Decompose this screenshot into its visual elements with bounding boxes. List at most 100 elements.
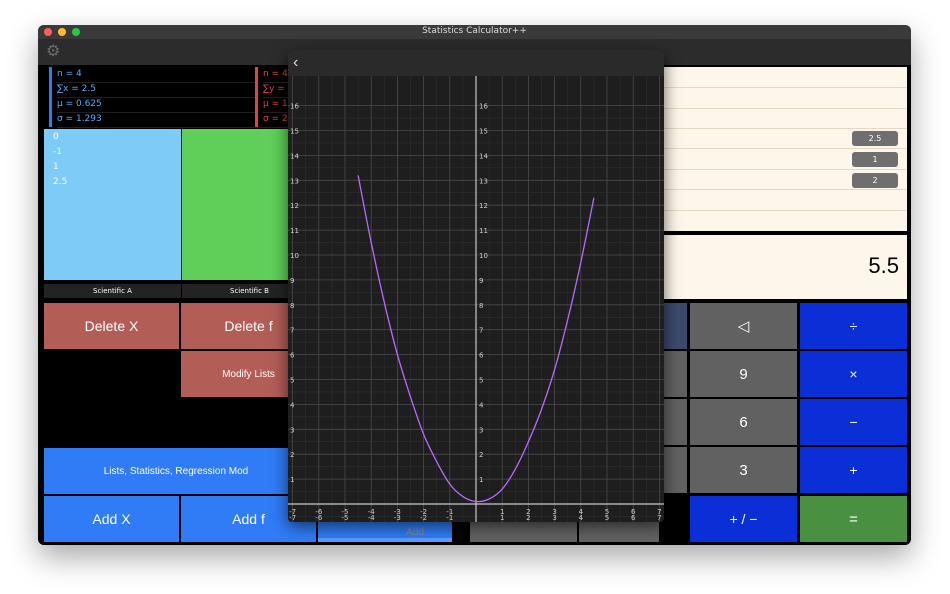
list-x[interactable]: 0 -1 1 2.5	[44, 129, 181, 280]
y-tick-label: 4	[290, 401, 295, 409]
list-item[interactable]: 2.5	[53, 177, 67, 187]
y-tick-labels: -1-1112233445566778899101011111212131314…	[290, 103, 488, 485]
y-tick-label: 10	[290, 252, 299, 260]
y-tick-label: 9	[290, 277, 294, 285]
chevron-left-icon[interactable]: ‹	[293, 53, 298, 73]
result-display: 5.5	[663, 235, 907, 299]
table-value-chip[interactable]: 2	[852, 173, 898, 188]
table-divider	[663, 148, 907, 149]
add-button-partial-label: Add	[406, 526, 424, 538]
equals-button[interactable]: =	[800, 496, 907, 542]
minus-button[interactable]: −	[800, 399, 907, 445]
y-tick-label: 14	[290, 152, 299, 160]
hidden-gray-button-3[interactable]	[663, 351, 687, 397]
stats-x-n: n = 4	[57, 67, 277, 83]
y-tick-label: 6	[290, 352, 295, 360]
x-tick-label: -7	[289, 514, 296, 522]
y-tick-label: 13	[479, 177, 488, 185]
y-tick-label: 2	[479, 451, 483, 459]
y-tick-label: 1	[290, 476, 294, 484]
list-item[interactable]: 0	[53, 132, 59, 142]
table-divider	[663, 108, 907, 109]
y-tick-label: 9	[479, 277, 483, 285]
stats-x-sum: ∑x = 2.5	[57, 82, 277, 98]
window-title: Statistics Calculator++	[422, 26, 527, 36]
gear-icon[interactable]: ⚙	[46, 42, 60, 62]
x-tick-label: 7	[657, 514, 661, 522]
plus-minus-button[interactable]: + / −	[690, 496, 797, 542]
x-tick-label: 1	[500, 514, 504, 522]
y-tick-label: 2	[290, 451, 294, 459]
y-tick-label: 15	[290, 128, 299, 136]
y-tick-label: 3	[479, 426, 483, 434]
table-divider	[663, 169, 907, 170]
y-tick-label: 7	[290, 327, 294, 335]
table-divider	[663, 128, 907, 129]
values-table: 2.5 1 2	[663, 67, 907, 231]
y-tick-label: 10	[479, 252, 488, 260]
list-f[interactable]	[182, 129, 292, 280]
y-tick-label: 16	[290, 103, 299, 111]
hidden-gray-button-4[interactable]	[663, 399, 687, 445]
y-tick-label: 5	[290, 377, 294, 385]
x-tick-label: -2	[420, 514, 427, 522]
grid	[288, 76, 664, 522]
title-bar: Statistics Calculator++	[38, 25, 911, 39]
x-tick-label: 6	[631, 514, 636, 522]
six-button[interactable]: 6	[690, 399, 797, 445]
table-value-chip[interactable]: 2.5	[852, 131, 898, 146]
x-tick-label: -5	[342, 514, 349, 522]
backspace-button[interactable]: ◁	[690, 303, 797, 349]
y-tick-label: 14	[479, 152, 488, 160]
y-tick-label: 15	[479, 128, 488, 136]
x-tick-label: 4	[579, 514, 584, 522]
table-divider	[663, 87, 907, 88]
add-x-button[interactable]: Add X	[44, 496, 179, 542]
lists-mode-button[interactable]: Lists, Statistics, Regression Mod	[44, 448, 308, 494]
stats-x-mean: μ = 0.625	[57, 97, 277, 113]
hidden-button-6[interactable]	[663, 303, 687, 349]
hidden-gray-button-5[interactable]	[663, 447, 687, 493]
graph-plot[interactable]: -1-1112233445566778899101011111212131314…	[288, 76, 664, 522]
stats-f-accent	[255, 67, 258, 127]
y-tick-label: 12	[290, 202, 299, 210]
list-item[interactable]: -1	[53, 147, 62, 157]
x-tick-label: -3	[394, 514, 401, 522]
x-tick-label: -4	[368, 514, 376, 522]
y-tick-label: 11	[290, 227, 299, 235]
y-tick-label: 8	[479, 302, 483, 310]
y-tick-label: 4	[479, 401, 484, 409]
y-tick-label: 7	[479, 327, 483, 335]
x-tick-label: 5	[605, 514, 609, 522]
tab-scientific-a[interactable]: Scientific A	[44, 284, 181, 298]
divide-button[interactable]: ÷	[800, 303, 907, 349]
delete-x-button[interactable]: Delete X	[44, 303, 179, 349]
plus-button[interactable]: +	[800, 447, 907, 493]
x-tick-label: 3	[552, 514, 556, 522]
y-tick-label: 6	[479, 352, 484, 360]
y-tick-label: 8	[290, 302, 294, 310]
x-tick-label: -6	[315, 514, 323, 522]
graph-header: ‹	[288, 50, 664, 76]
multiply-button[interactable]: ×	[800, 351, 907, 397]
y-tick-label: 3	[290, 426, 294, 434]
table-divider	[663, 210, 907, 211]
three-button[interactable]: 3	[690, 447, 797, 493]
stats-x-sd: σ = 1.293	[57, 112, 277, 128]
y-tick-label: 12	[479, 202, 488, 210]
table-divider	[663, 189, 907, 190]
y-tick-label: 5	[479, 377, 483, 385]
nine-button[interactable]: 9	[690, 351, 797, 397]
y-tick-label: 16	[479, 103, 488, 111]
x-tick-label: -1	[446, 514, 453, 522]
y-tick-label: 13	[290, 177, 299, 185]
y-tick-label: 11	[479, 227, 488, 235]
stats-x-panel: n = 4 ∑x = 2.5 μ = 0.625 σ = 1.293	[49, 67, 285, 128]
y-tick-label: 1	[479, 476, 483, 484]
table-value-chip[interactable]: 1	[852, 152, 898, 167]
graph-popover[interactable]: ‹ -1-11122334455667788991010111112121313…	[288, 50, 664, 522]
list-item[interactable]: 1	[53, 162, 59, 172]
x-tick-label: 2	[526, 514, 530, 522]
stats-x-accent	[49, 67, 52, 127]
x-tick-labels: -7-7-6-6-5-5-4-4-3-3-2-2-1-1112233445566…	[289, 508, 662, 522]
